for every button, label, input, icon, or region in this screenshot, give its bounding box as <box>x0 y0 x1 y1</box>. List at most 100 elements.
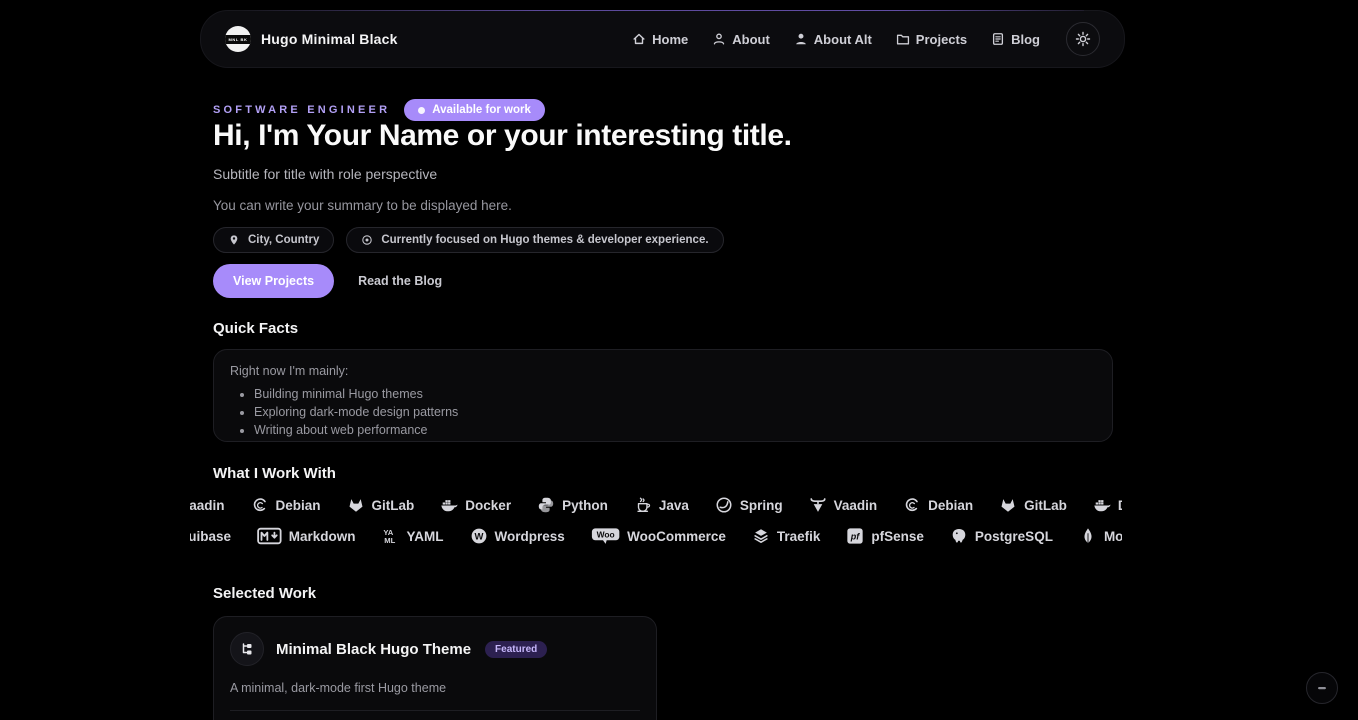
yaml-icon: YAML <box>382 527 400 545</box>
pfsense-icon: pf <box>846 527 864 545</box>
project-description: A minimal, dark-mode first Hugo theme <box>230 681 640 695</box>
tech-traefik: Traefik <box>752 527 821 545</box>
meta-pill-currently-focused-on-hugo-themes-developer-experience-: Currently focused on Hugo themes & devel… <box>346 227 723 253</box>
nav-links: Home About About Alt Projects Blog <box>632 22 1100 56</box>
tech-item-label: YAML <box>407 529 444 544</box>
tech-item-label: Debian <box>928 498 973 513</box>
tech-item-label: Traefik <box>777 529 821 544</box>
quick-facts-card: Right now I'm mainly: Building minimal H… <box>213 349 1113 442</box>
home-icon <box>632 32 646 46</box>
quick-fact-item: Exploring dark-mode design patterns <box>254 405 1096 419</box>
tech-item-label: Spring <box>740 498 783 513</box>
svg-text:ML: ML <box>384 536 395 545</box>
quick-facts-heading: Quick Facts <box>213 320 298 337</box>
nav-item-blog[interactable]: Blog <box>991 32 1040 47</box>
tech-marquee: Vaadin Debian GitLab Docker Python Java … <box>190 491 1122 555</box>
project-card-header: Minimal Black Hugo Theme Featured <box>230 632 640 666</box>
availability-label: Available for work <box>432 104 531 116</box>
site-logo: MNL BK <box>225 26 251 52</box>
tech-item-label: Docker <box>465 498 511 513</box>
meta-pill-label: Currently focused on Hugo themes & devel… <box>381 234 708 246</box>
work-with-heading: What I Work With <box>213 465 336 482</box>
nav-item-about[interactable]: About <box>712 32 770 47</box>
tech-debian: Debian <box>903 496 973 514</box>
view-projects-button[interactable]: View Projects <box>213 264 334 298</box>
tech-item-label: GitLab <box>1024 498 1067 513</box>
sun-icon <box>1075 31 1091 47</box>
nav-item-label: About Alt <box>814 32 872 47</box>
tech-yaml: YAML YAML <box>382 527 444 545</box>
pin-icon <box>228 234 240 246</box>
user-icon <box>712 32 726 46</box>
meta-pill-label: City, Country <box>248 234 319 246</box>
tech-item-label: MongoDB <box>1104 529 1122 544</box>
nav-item-projects[interactable]: Projects <box>896 32 967 47</box>
vaadin-icon <box>809 496 827 514</box>
tech-woocommerce: Woo WooCommerce <box>591 527 726 545</box>
minimize-button[interactable] <box>1306 672 1338 704</box>
debian-icon <box>251 496 269 514</box>
nav-item-label: Projects <box>916 32 967 47</box>
java-icon <box>634 496 652 514</box>
mongodb-icon <box>1079 527 1097 545</box>
availability-badge: Available for work <box>404 99 545 121</box>
docker-icon <box>1093 496 1111 514</box>
folder-icon <box>896 32 910 46</box>
project-avatar <box>230 632 264 666</box>
nav-item-label: About <box>732 32 770 47</box>
file-icon <box>991 32 1005 46</box>
woocommerce-icon: Woo <box>591 527 620 545</box>
debian-icon <box>903 496 921 514</box>
tech-marquee-row-2: Liquibase Markdown YAML YAML W Wordpress… <box>190 522 1122 550</box>
postgresql-icon <box>950 527 968 545</box>
hero-eyebrow-row: SOFTWARE ENGINEER Available for work <box>213 99 545 121</box>
tech-pfsense: pf pfSense <box>846 527 924 545</box>
theme-toggle-button[interactable] <box>1066 22 1100 56</box>
tech-vaadin: Vaadin <box>809 496 878 514</box>
tech-item-label: Python <box>562 498 608 513</box>
user-filled-icon <box>794 32 808 46</box>
tech-mongodb: MongoDB <box>1079 527 1122 545</box>
quick-fact-item: Building minimal Hugo themes <box>254 387 1096 401</box>
read-blog-link[interactable]: Read the Blog <box>358 274 442 288</box>
hero-cta-row: View Projects Read the Blog <box>213 264 442 298</box>
nav-item-label: Blog <box>1011 32 1040 47</box>
hero-summary: You can write your summary to be display… <box>213 198 512 213</box>
nav-item-label: Home <box>652 32 688 47</box>
traefik-icon <box>752 527 770 545</box>
site-logo-text: MNL BK <box>225 35 251 44</box>
tech-item-label: pfSense <box>871 529 924 544</box>
page-title: Hi, I'm Your Name or your interesting ti… <box>213 119 792 153</box>
brand-link[interactable]: MNL BK Hugo Minimal Black <box>225 26 398 52</box>
selected-work-heading: Selected Work <box>213 585 316 602</box>
tech-wordpress: W Wordpress <box>470 527 565 545</box>
project-title: Minimal Black Hugo Theme <box>276 641 471 658</box>
tech-markdown: Markdown <box>257 527 356 545</box>
tech-item-label: PostgreSQL <box>975 529 1053 544</box>
wordpress-icon: W <box>470 527 488 545</box>
tech-item-label: Wordpress <box>495 529 565 544</box>
tech-liquibase: Liquibase <box>190 527 231 545</box>
spring-icon <box>715 496 733 514</box>
tech-item-label: Vaadin <box>834 498 878 513</box>
tech-gitlab: GitLab <box>999 496 1067 514</box>
nav-item-home[interactable]: Home <box>632 32 688 47</box>
tech-docker: Docker <box>440 496 511 514</box>
quick-facts-intro: Right now I'm mainly: <box>230 364 1096 378</box>
svg-text:pf: pf <box>850 532 860 542</box>
markdown-icon <box>257 527 282 545</box>
quick-facts-list: Building minimal Hugo themes Exploring da… <box>230 387 1096 437</box>
project-card: Minimal Black Hugo Theme Featured A mini… <box>213 616 657 720</box>
tech-docker: Docker <box>1093 496 1122 514</box>
hero-subtitle: Subtitle for title with role perspective <box>213 166 437 182</box>
navbar: MNL BK Hugo Minimal Black Home About Abo… <box>200 10 1125 68</box>
minus-icon <box>1315 681 1329 695</box>
svg-text:W: W <box>474 531 483 542</box>
tech-marquee-row-1: Vaadin Debian GitLab Docker Python Java … <box>190 491 1122 519</box>
tech-item-label: Liquibase <box>190 529 231 544</box>
tech-spring: Spring <box>715 496 783 514</box>
tech-debian: Debian <box>251 496 321 514</box>
nav-item-about-alt[interactable]: About Alt <box>794 32 872 47</box>
gitlab-icon <box>999 496 1017 514</box>
tech-item-label: Java <box>659 498 689 513</box>
